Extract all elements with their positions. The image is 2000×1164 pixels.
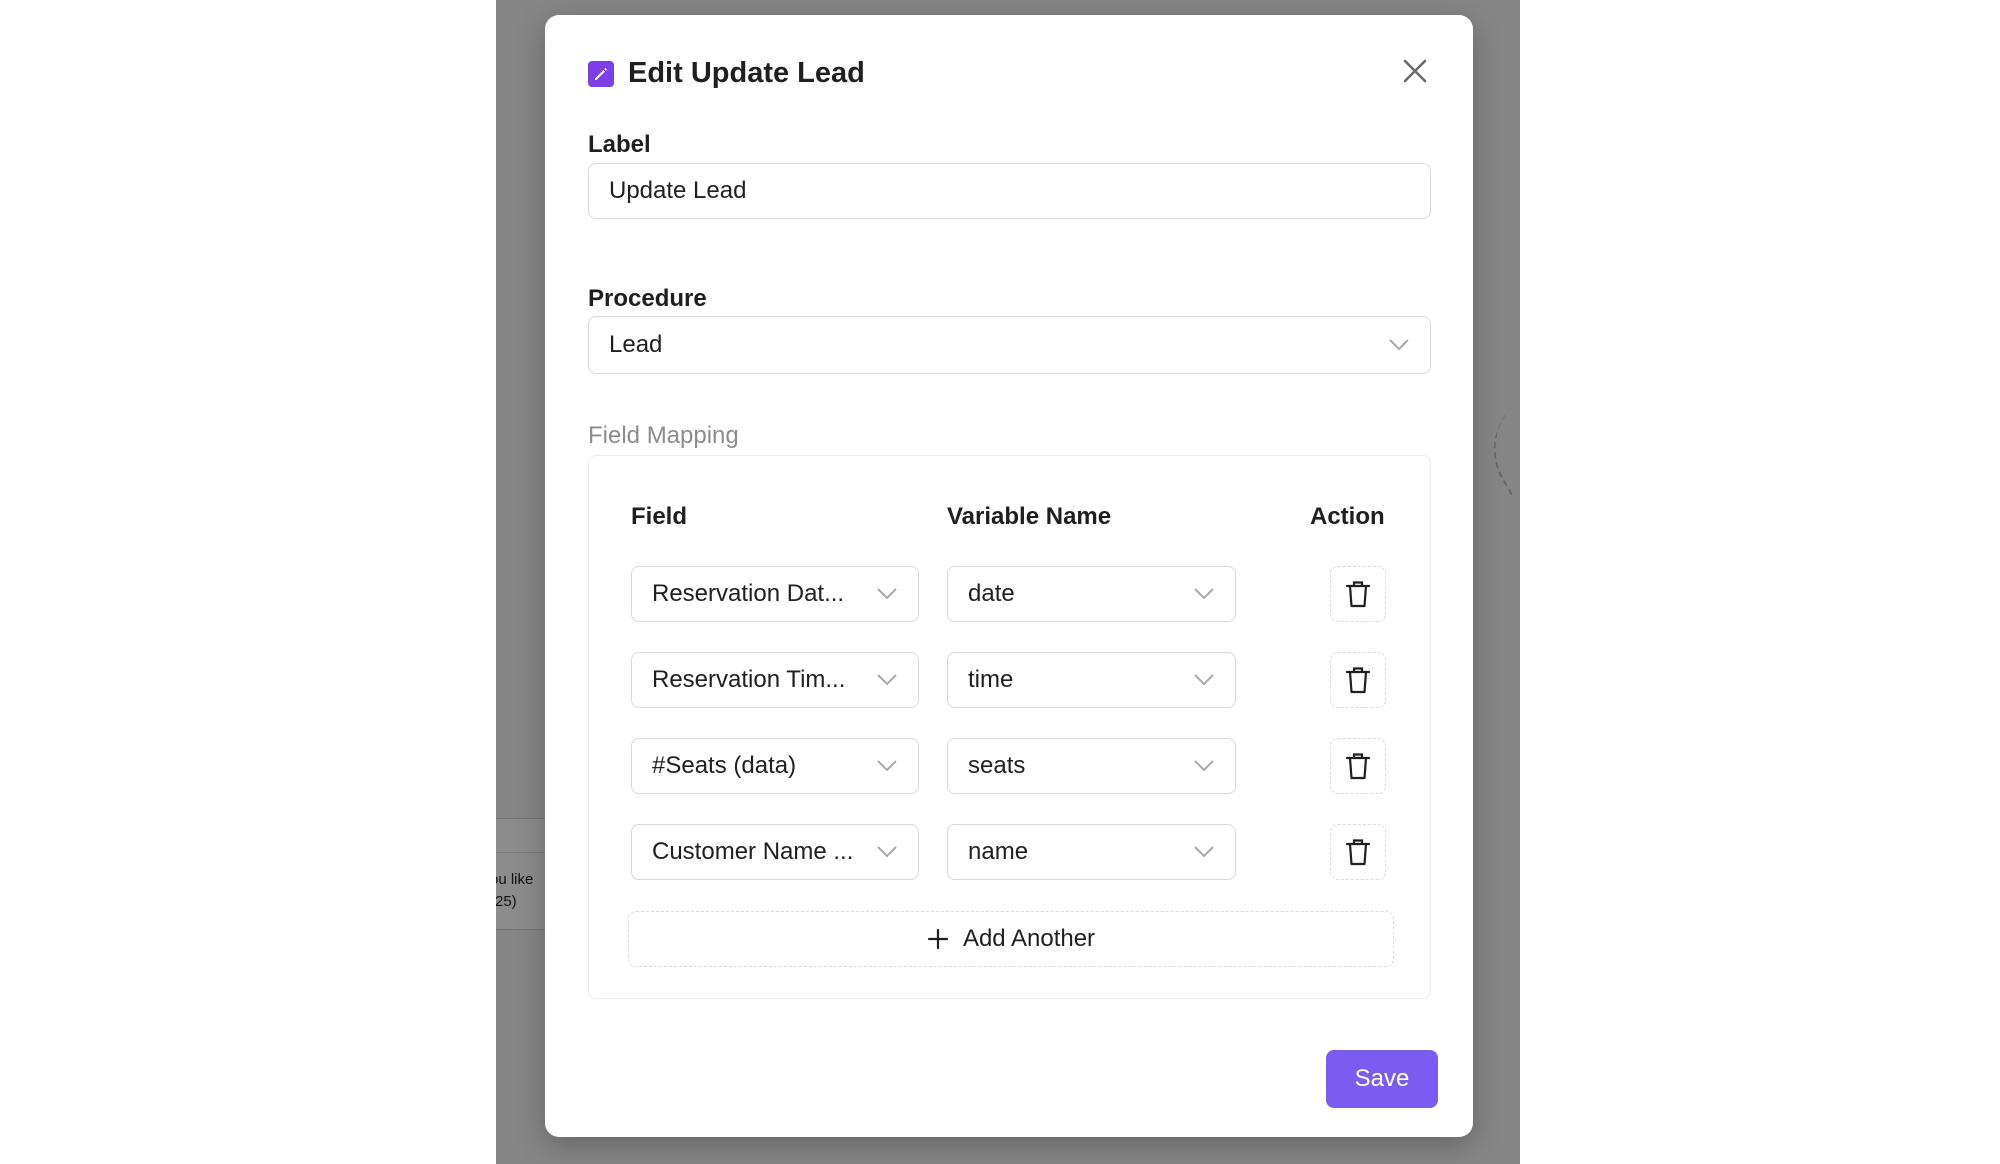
column-header-field: Field [631,503,688,530]
delete-row-button[interactable] [1330,566,1386,622]
close-button[interactable] [1395,51,1435,91]
dialog-header: Edit Update Lead [588,57,865,90]
variable-select-value: time [968,666,1014,693]
edit-icon [588,60,614,87]
dialog-title: Edit Update Lead [628,57,865,89]
delete-row-button[interactable] [1330,824,1386,880]
variable-select[interactable]: name [947,824,1236,880]
field-select-value: Reservation Tim... [652,666,846,693]
variable-select[interactable]: seats [947,738,1236,794]
variable-select-value: date [968,580,1015,607]
variable-select[interactable]: date [947,566,1236,622]
variable-select-value: name [968,838,1029,865]
chevron-down-icon [1194,760,1214,772]
field-mapping-heading: Field Mapping [588,422,739,449]
label-input[interactable] [588,163,1431,219]
chevron-down-icon [877,846,897,858]
save-button[interactable]: Save [1326,1050,1438,1108]
procedure-select-value: Lead [609,331,663,358]
field-select[interactable]: #Seats (data) [631,738,919,794]
chevron-down-icon [1194,846,1214,858]
delete-row-button[interactable] [1330,738,1386,794]
variable-select-value: seats [968,752,1026,779]
field-select-value: #Seats (data) [652,752,797,779]
chevron-down-icon [877,674,897,686]
procedure-heading: Procedure [588,285,707,312]
chevron-down-icon [1389,339,1409,351]
close-icon [1403,59,1427,83]
trash-icon [1345,581,1371,608]
chevron-down-icon [877,588,897,600]
label-heading: Label [588,131,651,158]
trash-icon [1345,753,1371,780]
field-select[interactable]: Reservation Dat... [631,566,919,622]
chevron-down-icon [877,760,897,772]
column-header-variable-name: Variable Name [947,503,1112,530]
plus-icon [927,928,949,950]
add-another-label: Add Another [962,925,1096,952]
variable-select[interactable]: time [947,652,1236,708]
edit-dialog: Edit Update Lead Label Procedure Lead Fi… [545,15,1473,1137]
field-select-value: Customer Name ... [652,838,854,865]
add-another-button[interactable]: Add Another [628,911,1394,967]
field-select-value: Reservation Dat... [652,580,845,607]
trash-icon [1345,839,1371,866]
field-select[interactable]: Reservation Tim... [631,652,919,708]
trash-icon [1345,667,1371,694]
procedure-select[interactable]: Lead [588,316,1431,374]
field-select[interactable]: Customer Name ... [631,824,919,880]
chevron-down-icon [1194,674,1214,686]
chevron-down-icon [1194,588,1214,600]
column-header-action: Action [1310,503,1385,530]
delete-row-button[interactable] [1330,652,1386,708]
